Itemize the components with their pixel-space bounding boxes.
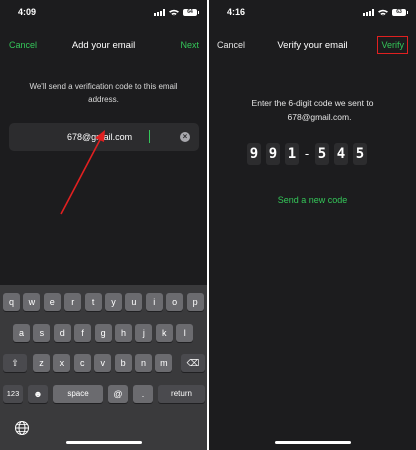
home-indicator	[66, 441, 142, 444]
key-s[interactable]: s	[33, 324, 51, 342]
key-o[interactable]: o	[166, 293, 184, 311]
key-f[interactable]: f	[74, 324, 92, 342]
key-p[interactable]: p	[186, 293, 204, 311]
key-x[interactable]: x	[53, 354, 71, 372]
dot-key[interactable]: .	[133, 385, 153, 403]
key-g[interactable]: g	[94, 324, 112, 342]
at-key[interactable]: @	[108, 385, 128, 403]
code-digit: 5	[315, 143, 329, 165]
cellular-signal-icon	[154, 8, 165, 16]
status-time: 4:09	[18, 7, 37, 17]
key-q[interactable]: q	[3, 293, 20, 311]
key-n[interactable]: n	[135, 354, 152, 372]
code-separator: -	[304, 146, 310, 161]
emoji-key[interactable]: ☻	[28, 385, 48, 403]
battery-icon: 64	[183, 8, 199, 16]
globe-icon[interactable]	[14, 420, 30, 436]
next-button[interactable]: Next	[180, 40, 199, 50]
wifi-icon	[378, 9, 388, 16]
key-d[interactable]: d	[53, 324, 71, 342]
verify-button[interactable]: Verify	[377, 36, 408, 54]
cellular-signal-icon	[363, 8, 374, 16]
text-caret	[149, 130, 150, 143]
instruction-email: 678@gmail.com.	[287, 112, 352, 122]
key-h[interactable]: h	[115, 324, 132, 342]
on-screen-keyboard: qwertyuiop asdfghjkl ⇧ ⌫ zxcvbnm 123 ☻ s…	[0, 285, 207, 450]
key-r[interactable]: r	[64, 293, 82, 311]
instruction-line-1: Enter the 6-digit code we sent to	[251, 98, 374, 108]
code-digit: 5	[353, 143, 367, 165]
return-key[interactable]: return	[158, 385, 205, 403]
email-description: We'll send a verification code to this e…	[29, 82, 178, 104]
wifi-icon	[169, 9, 179, 16]
keyboard-row-4: 123 ☻ space @ . return	[0, 385, 207, 403]
shift-key[interactable]: ⇧	[3, 354, 27, 372]
keyboard-row-3: ⇧ ⌫ zxcvbnm	[0, 354, 207, 372]
key-m[interactable]: m	[155, 354, 173, 372]
space-key[interactable]: space	[53, 385, 103, 403]
key-b[interactable]: b	[114, 354, 132, 372]
red-arrow-annotation	[60, 130, 105, 215]
code-digit: 1	[285, 143, 299, 165]
page-title: Add your email	[71, 40, 136, 51]
key-t[interactable]: t	[84, 293, 102, 311]
battery-icon: 63	[392, 8, 408, 16]
status-time: 4:16	[227, 7, 246, 17]
nav-bar: Cancel Add your email Next	[0, 34, 207, 56]
code-digit: 9	[247, 143, 261, 165]
key-z[interactable]: z	[33, 354, 50, 372]
key-y[interactable]: y	[105, 293, 122, 311]
key-c[interactable]: c	[73, 354, 91, 372]
key-j[interactable]: j	[135, 324, 153, 342]
status-bar: 4:16 63	[209, 0, 416, 22]
keyboard-row-1: qwertyuiop	[0, 293, 207, 311]
numbers-key[interactable]: 123	[3, 385, 23, 403]
delete-key[interactable]: ⌫	[181, 354, 205, 372]
key-e[interactable]: e	[43, 293, 61, 311]
code-digit: 4	[334, 143, 348, 165]
nav-bar: Cancel Verify your email Verify	[209, 34, 416, 56]
key-l[interactable]: l	[176, 324, 194, 342]
home-indicator	[275, 441, 351, 444]
keyboard-row-2: asdfghjkl	[0, 324, 207, 342]
clear-icon[interactable]: ×	[180, 132, 190, 142]
key-v[interactable]: v	[94, 354, 112, 372]
key-w[interactable]: w	[23, 293, 41, 311]
add-email-screen: 4:09 64 Cancel Add your email Next We'll…	[0, 0, 207, 450]
key-i[interactable]: i	[145, 293, 163, 311]
key-a[interactable]: a	[13, 324, 30, 342]
key-k[interactable]: k	[155, 324, 173, 342]
send-new-code-link[interactable]: Send a new code	[209, 195, 416, 205]
key-u[interactable]: u	[125, 293, 143, 311]
code-digit: 9	[266, 143, 280, 165]
verification-instruction: Enter the 6-digit code we sent to 678@gm…	[209, 96, 416, 124]
verify-email-screen: 4:16 63 Cancel Verify your email Verify …	[209, 0, 416, 450]
status-bar: 4:09 64	[0, 0, 207, 22]
